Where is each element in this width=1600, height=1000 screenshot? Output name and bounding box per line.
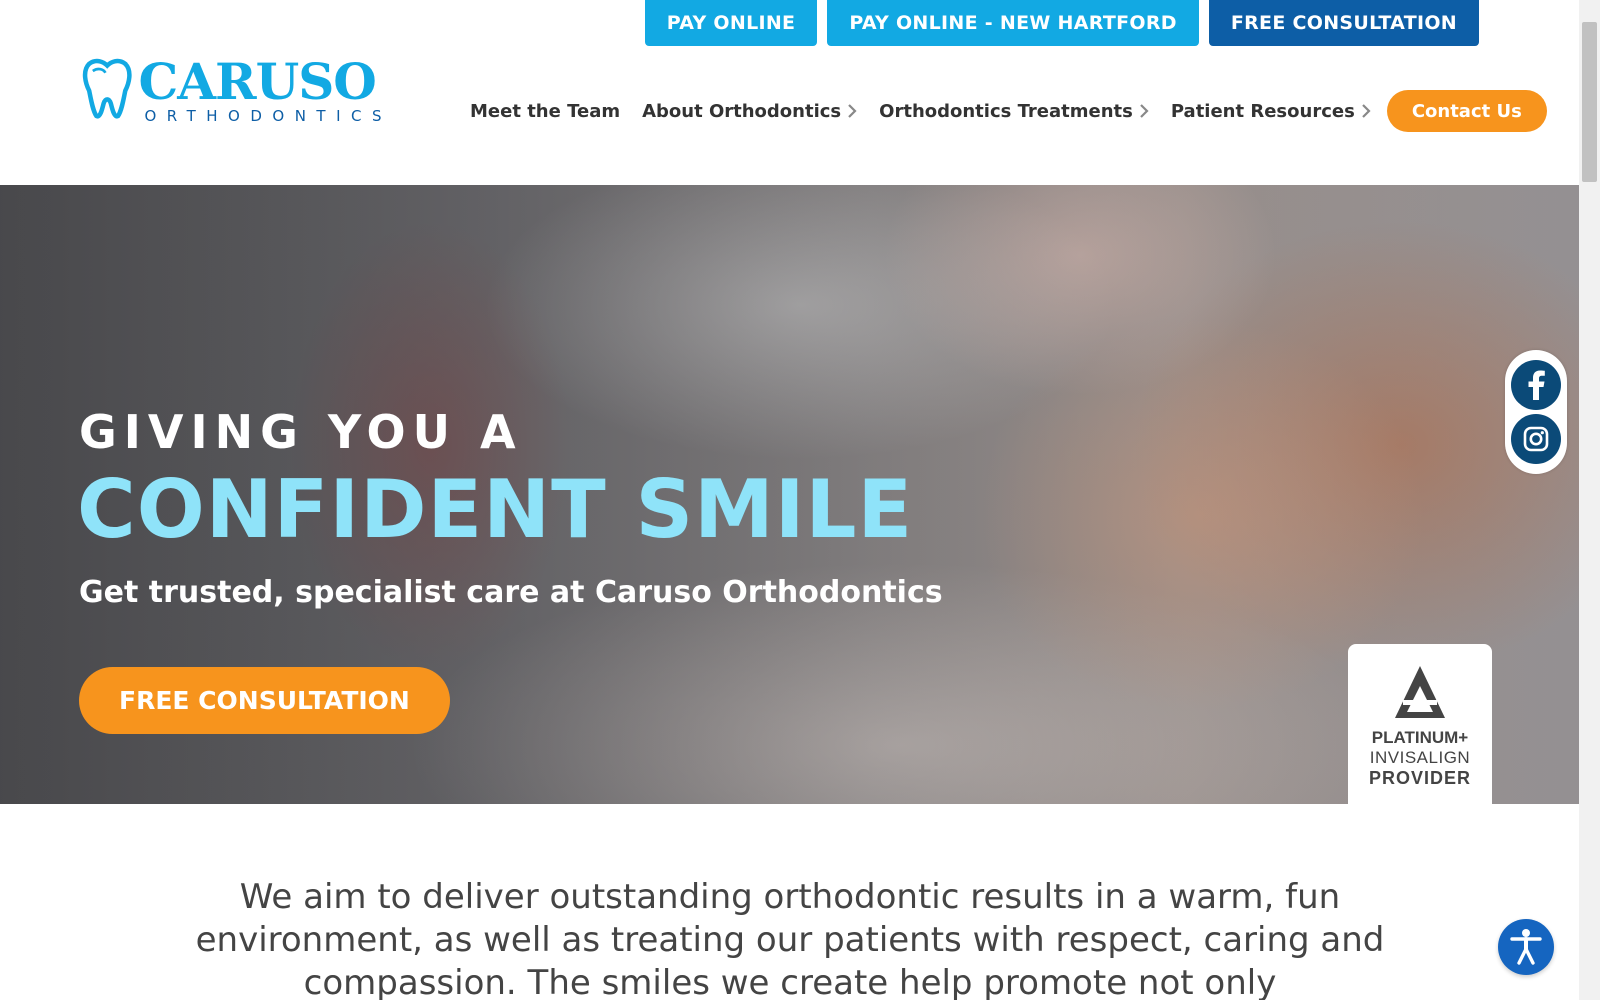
logo-wordmark: CARUSO — [138, 52, 376, 111]
instagram-icon — [1523, 426, 1549, 452]
badge-line-1: PLATINUM+ — [1371, 728, 1469, 747]
nav-meet-the-team[interactable]: Meet the Team — [470, 101, 620, 122]
nav-item-label: Orthodontics Treatments — [879, 100, 1133, 122]
nav-orthodontics-treatments[interactable]: Orthodontics Treatments — [879, 101, 1149, 122]
accessibility-icon — [1510, 929, 1542, 965]
scrollbar-thumb[interactable] — [1582, 22, 1597, 182]
hero-banner: GIVING YOU A CONFIDENT SMILE Get trusted… — [0, 185, 1579, 804]
site-logo[interactable]: CARUSO ORTHODONTICS — [82, 55, 392, 125]
contact-us-button[interactable]: Contact Us — [1386, 90, 1547, 132]
nav-item-label: Patient Resources — [1170, 100, 1355, 122]
free-consultation-hero-button[interactable]: FREE CONSULTATION — [79, 667, 450, 734]
tooth-icon — [82, 58, 132, 119]
top-bar: PAY ONLINE PAY ONLINE - NEW HARTFORD FRE… — [644, 0, 1479, 46]
facebook-link[interactable] — [1511, 360, 1561, 410]
badge-line-2: INVISALIGN — [1369, 748, 1471, 767]
nav-item-label: About Orthodontics — [642, 100, 842, 122]
pay-online-new-hartford-button[interactable]: PAY ONLINE - NEW HARTFORD — [827, 0, 1199, 46]
nav-item-label: Meet the Team — [470, 100, 621, 122]
hero-kicker: GIVING YOU A — [79, 405, 523, 459]
site-header: PAY ONLINE PAY ONLINE - NEW HARTFORD FRE… — [0, 0, 1579, 185]
badge-line-3: PROVIDER — [1368, 768, 1472, 788]
invisalign-badge[interactable]: PLATINUM+ INVISALIGN PROVIDER — [1348, 644, 1492, 804]
nav-patient-resources[interactable]: Patient Resources — [1171, 101, 1371, 122]
page-scrollbar[interactable] — [1579, 0, 1600, 1000]
accessibility-button[interactable] — [1498, 919, 1554, 975]
chevron-right-icon — [1362, 104, 1371, 118]
main-nav: Meet the Team About Orthodontics Orthodo… — [470, 90, 1547, 132]
chevron-right-icon — [848, 104, 857, 118]
nav-about-orthodontics[interactable]: About Orthodontics — [642, 101, 857, 122]
social-links — [1505, 350, 1567, 474]
invisalign-triangle-icon — [1395, 666, 1445, 718]
hero-subtitle: Get trusted, specialist care at Caruso O… — [79, 575, 943, 610]
pay-online-button[interactable]: PAY ONLINE — [644, 0, 818, 46]
instagram-link[interactable] — [1511, 414, 1561, 464]
page: PAY ONLINE PAY ONLINE - NEW HARTFORD FRE… — [0, 0, 1600, 1000]
facebook-icon — [1528, 370, 1545, 400]
mission-statement: We aim to deliver outstanding orthodonti… — [195, 877, 1385, 1000]
logo-subtitle: ORTHODONTICS — [144, 107, 392, 125]
hero-title: CONFIDENT SMILE — [77, 463, 914, 556]
chevron-right-icon — [1140, 104, 1149, 118]
free-consultation-top-button[interactable]: FREE CONSULTATION — [1208, 0, 1479, 46]
